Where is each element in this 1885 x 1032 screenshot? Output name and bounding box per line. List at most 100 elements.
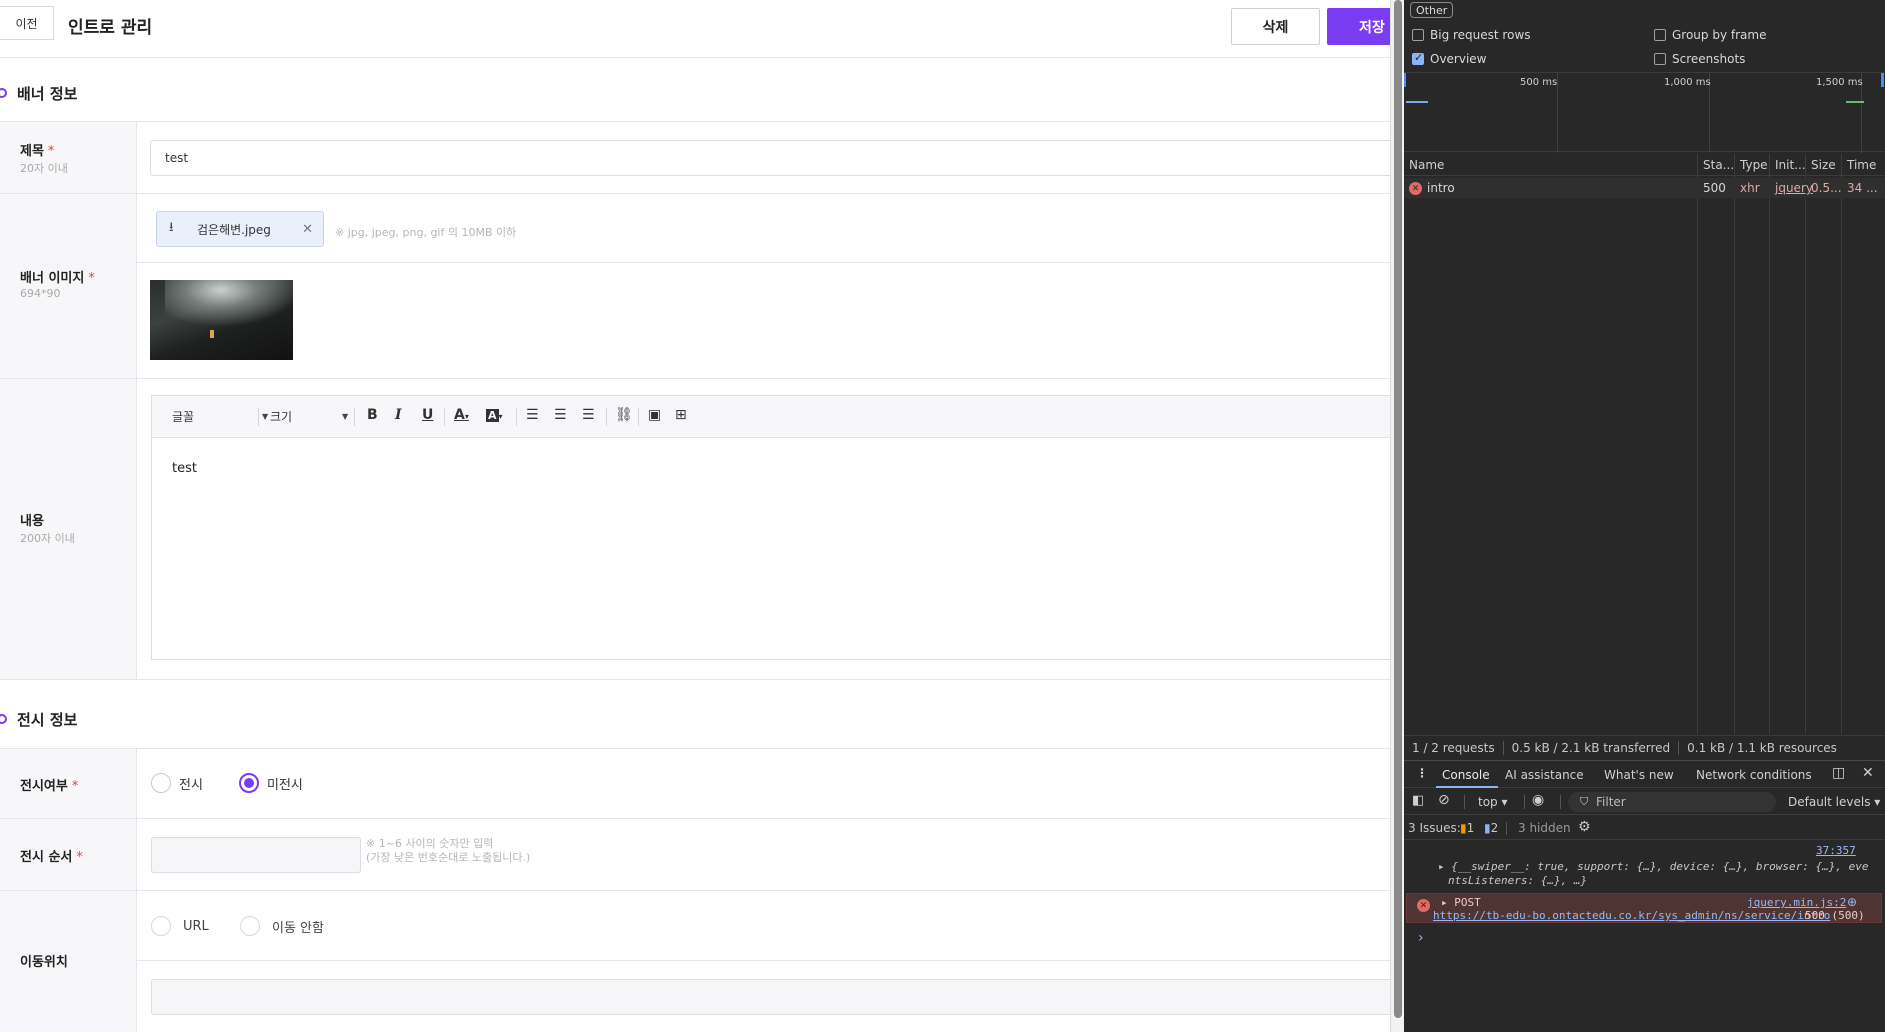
display-on-radio[interactable]: 전시 [151, 773, 203, 793]
log-object-line2: ntsListeners: {…}, …} [1448, 874, 1588, 887]
delete-button[interactable]: 삭제 [1231, 8, 1320, 45]
display-section-label: 전시 정보 [17, 710, 78, 729]
console-filter-input[interactable]: ⛉ Filter [1568, 792, 1776, 812]
image-icon[interactable]: ▣ [648, 407, 661, 423]
big-rows-checkbox[interactable]: Big request rows [1412, 28, 1531, 42]
underline-icon[interactable]: U [422, 407, 433, 423]
issues-info[interactable]: ▮2 [1484, 821, 1498, 835]
filter-placeholder: Filter [1596, 795, 1626, 809]
move-none-radio[interactable]: 이동 안함 [240, 916, 324, 936]
summary-resources: 0.1 kB / 1.1 kB resources [1687, 740, 1837, 755]
title-input[interactable]: test [150, 140, 1390, 176]
attached-file-chip[interactable]: ⭳ 검은해변.jpeg ✕ [156, 211, 324, 247]
tab-ai-assistance[interactable]: AI assistance [1505, 768, 1584, 782]
screenshots-checkbox[interactable]: Screenshots [1654, 52, 1745, 66]
clear-console-icon[interactable]: ⊘ [1438, 792, 1450, 808]
rich-text-editor: 글꼴 ▼ 크기 ▼ B I U A▾ A ▾ ☰ ☰ ☰ ⛓ ▣ ⊞ test [151, 395, 1390, 660]
drawer-menu-icon[interactable]: ⋮ [1416, 766, 1428, 780]
align-center-icon[interactable]: ☰ [554, 407, 567, 423]
network-overview[interactable]: 500 ms 1,000 ms 1,500 ms [1404, 72, 1885, 153]
content-label: 내용 [20, 514, 44, 529]
log-object-line1[interactable]: ▸ {__swiper__: true, support: {…}, devic… [1438, 860, 1868, 873]
close-drawer-icon[interactable]: ✕ [1862, 765, 1874, 781]
sidebar-toggle-icon[interactable]: ◧ [1412, 793, 1424, 808]
post-label[interactable]: ▸ POST [1441, 896, 1481, 909]
log-levels-select[interactable]: Default levels ▾ [1788, 795, 1880, 809]
timeline-500: 500 ms [1520, 77, 1558, 88]
settings-gear-icon[interactable]: ⚙ [1578, 819, 1591, 835]
error-icon: ✕ [1409, 182, 1422, 195]
section-ring-icon [0, 714, 7, 724]
request-type: xhr [1740, 181, 1760, 195]
content-limit: 200자 이내 [20, 532, 75, 545]
tab-console[interactable]: Console [1442, 768, 1490, 782]
filter-icon: ⛉ [1580, 795, 1589, 808]
col-type[interactable]: Type [1740, 158, 1768, 172]
post-source-link[interactable]: jquery.min.js:2 [1747, 896, 1846, 909]
row-label-cell: 제목 * 20자 이내 [0, 122, 137, 193]
issues-warn[interactable]: ▮1 [1460, 821, 1474, 835]
post-url-link[interactable]: https://tb-edu-bo.ontactedu.co.kr/sys_ad… [1433, 909, 1830, 922]
editor-content[interactable]: test [172, 461, 197, 476]
tab-whats-new[interactable]: What's new [1604, 768, 1674, 782]
bg-color-icon[interactable]: A ▾ [486, 407, 503, 423]
url-input[interactable] [151, 979, 1390, 1015]
remove-file-icon[interactable]: ✕ [302, 222, 313, 237]
display-section-title: 전시 정보 [0, 706, 77, 732]
col-status[interactable]: Sta... [1703, 158, 1734, 172]
devtools-panel: Other Big request rows Group by frame Ov… [1404, 0, 1885, 1032]
request-initiator[interactable]: jquery [1775, 181, 1813, 195]
overview-checkbox[interactable]: Overview [1412, 51, 1487, 66]
download-icon[interactable]: ⭳ [169, 218, 185, 240]
warning-icon: ▮ [1460, 821, 1467, 835]
font-color-icon[interactable]: A▾ [454, 407, 469, 423]
dock-icon[interactable]: ◫ [1832, 765, 1845, 781]
order-input[interactable] [151, 837, 361, 873]
post-status: 500 (500) [1805, 909, 1865, 922]
log-source-link[interactable]: 37:357 [1816, 844, 1856, 857]
eye-icon[interactable]: ◉ [1532, 792, 1544, 808]
col-name[interactable]: Name [1409, 158, 1444, 172]
filter-chip-other[interactable]: Other [1410, 2, 1454, 18]
banner-thumbnail [150, 280, 293, 360]
back-button[interactable]: 이전 [0, 6, 54, 40]
admin-page: 이전 인트로 관리 삭제 저장 배너 정보 제목 * 20자 이내 test 배너… [0, 0, 1390, 1032]
col-initiator[interactable]: Init... [1775, 158, 1806, 172]
move-url-radio[interactable]: URL [151, 916, 209, 936]
tab-network-conditions[interactable]: Network conditions [1696, 768, 1812, 782]
banner-section-title: 배너 정보 [0, 80, 77, 106]
summary-transferred: 0.5 kB / 2.1 kB transferred [1511, 740, 1671, 755]
request-row[interactable]: ✕ intro 500 xhr jquery 0.5... 34 ... [1404, 178, 1885, 198]
title-row: 제목 * 20자 이내 test [0, 122, 1390, 194]
title-limit: 20자 이내 [20, 162, 68, 175]
table-icon[interactable]: ⊞ [675, 407, 687, 423]
divider [137, 262, 1390, 263]
col-size[interactable]: Size [1811, 158, 1836, 172]
link-icon[interactable]: ⛓ [615, 407, 633, 423]
col-time[interactable]: Time [1847, 158, 1876, 172]
globe-icon: ⊕ [1847, 895, 1858, 909]
file-name: 검은해변.jpeg [197, 222, 271, 237]
page-scrollbar[interactable] [1390, 0, 1404, 1032]
request-size: 0.5... [1811, 181, 1842, 195]
bold-icon[interactable]: B [367, 407, 378, 423]
align-right-icon[interactable]: ☰ [582, 407, 595, 423]
save-button[interactable]: 저장 [1327, 8, 1390, 45]
display-off-radio[interactable]: 미전시 [239, 773, 303, 793]
drawer-tabs: ⋮ Console AI assistance What's new Netwo… [1404, 760, 1885, 788]
request-time: 34 ... [1847, 181, 1878, 195]
console-prompt[interactable]: › [1418, 930, 1424, 946]
group-by-frame-checkbox[interactable]: Group by frame [1654, 28, 1766, 42]
align-left-icon[interactable]: ☰ [526, 407, 539, 423]
font-select[interactable]: 글꼴 ▼ [172, 407, 268, 427]
error-icon: ✕ [1417, 899, 1430, 912]
request-status: 500 [1703, 181, 1726, 195]
context-select[interactable]: top ▾ [1478, 795, 1508, 809]
italic-icon[interactable]: I [395, 407, 402, 423]
display-row: 전시여부 * 전시 미전시 [0, 749, 1390, 819]
issues-bar: 3 Issues: ▮1 ▮2 3 hidden ⚙ [1404, 816, 1885, 840]
image-label: 배너 이미지 * [20, 271, 95, 286]
timeline-1000: 1,000 ms [1664, 77, 1711, 88]
size-select[interactable]: 크기 ▼ [270, 407, 350, 427]
info-icon: ▮ [1484, 821, 1491, 835]
